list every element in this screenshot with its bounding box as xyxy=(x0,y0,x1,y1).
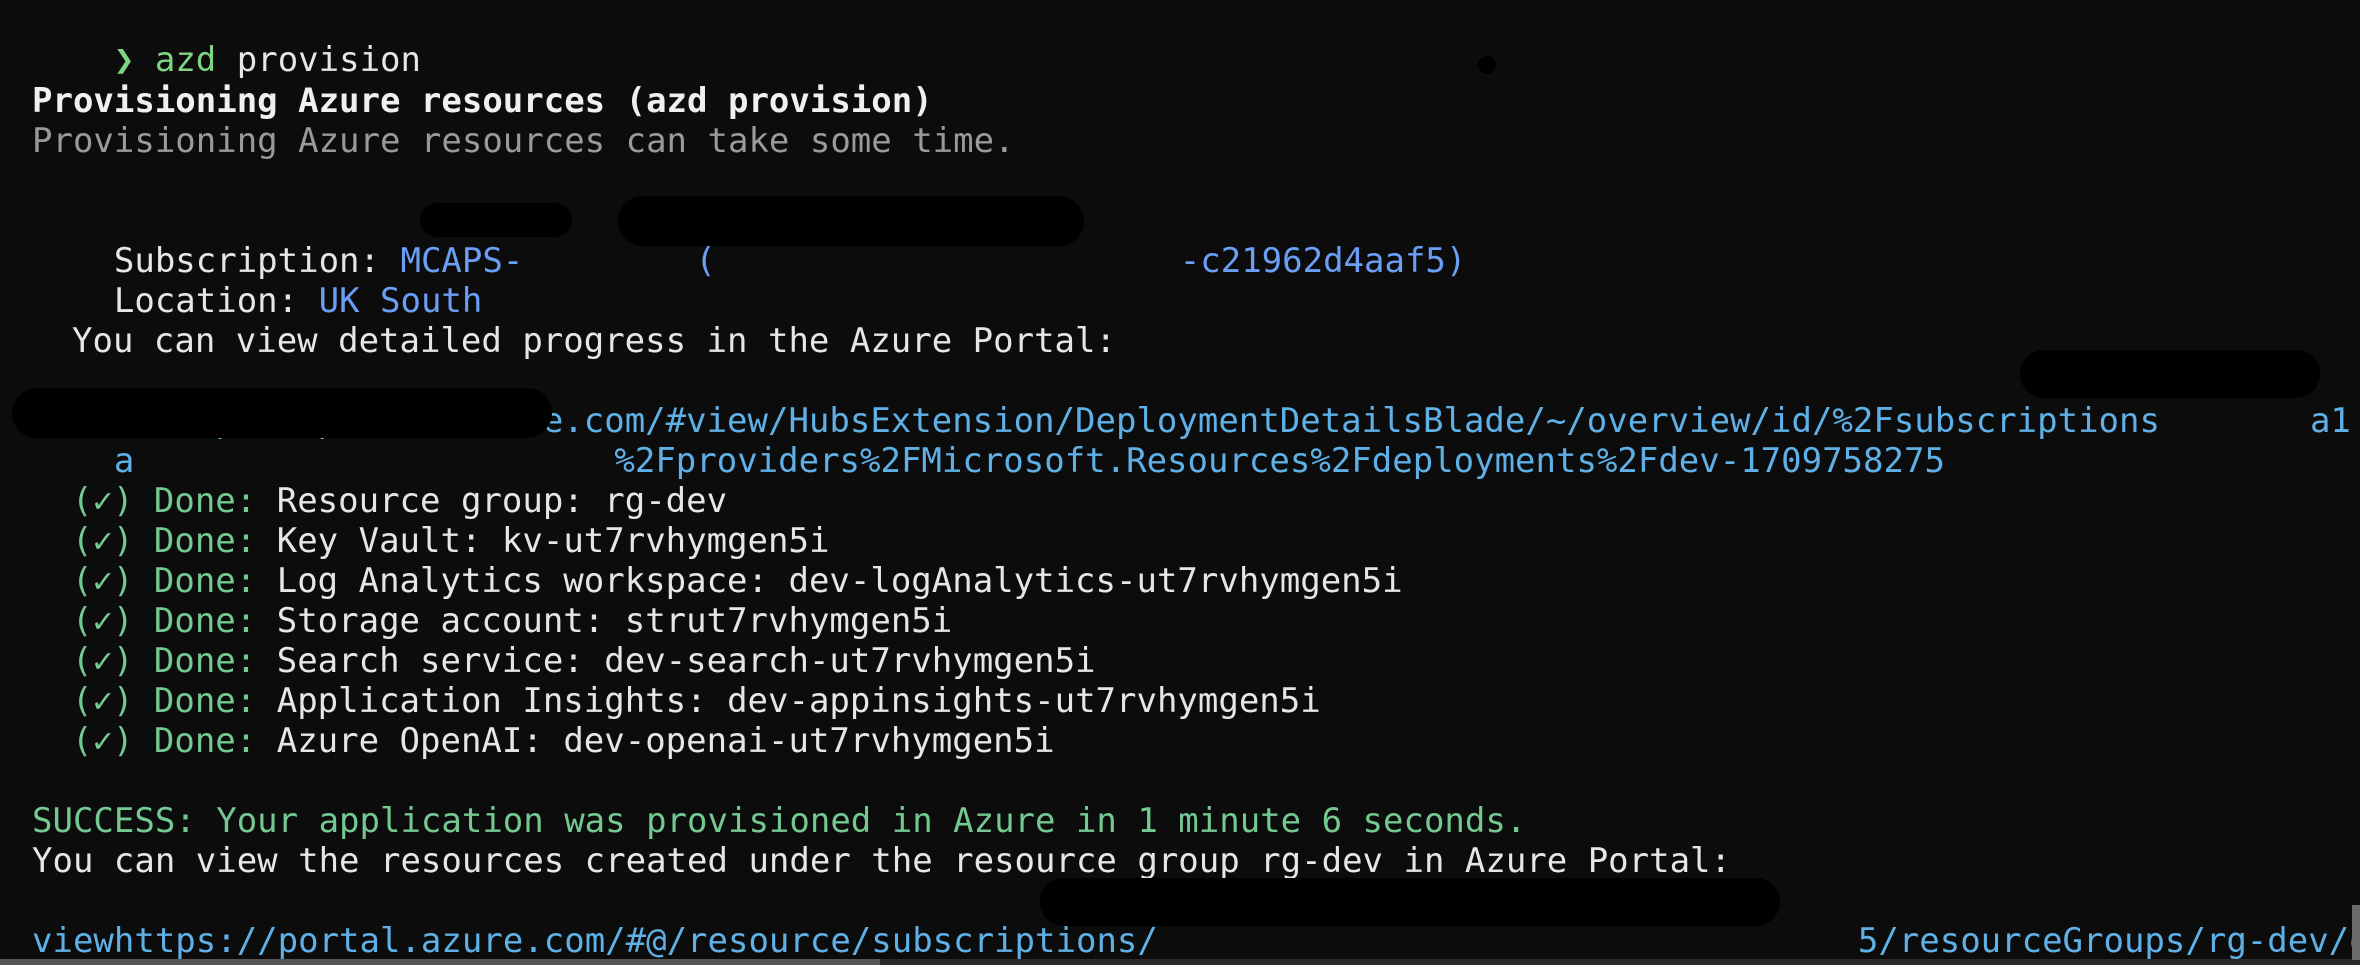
resource-group-url-start[interactable]: https://portal.azure.com/#@/resource/sub… xyxy=(114,921,1158,961)
done-status: (✓) Done: xyxy=(72,561,257,601)
resource-item: (✓) Done: Storage account: strut7rvhymge… xyxy=(32,601,952,641)
resource-item: (✓) Done: Log Analytics workspace: dev-l… xyxy=(32,561,1403,601)
resource-value: dev-appinsights-ut7rvhymgen5i xyxy=(727,681,1321,721)
horizontal-scrollbar[interactable] xyxy=(0,959,2360,965)
done-status: (✓) Done: xyxy=(72,601,257,641)
done-status: (✓) Done: xyxy=(72,641,257,681)
resource-group-url-wrap[interactable]: view xyxy=(32,921,114,961)
resource-item: (✓) Done: Key Vault: kv-ut7rvhymgen5i xyxy=(32,521,829,561)
portal-url-tail[interactable]: a1 xyxy=(2310,401,2351,441)
resource-item: (✓) Done: Application Insights: dev-appi… xyxy=(32,681,1321,721)
subscription-id-open: ( xyxy=(695,241,716,281)
resource-label: Storage account: xyxy=(276,601,605,641)
resource-value: strut7rvhymgen5i xyxy=(624,601,953,641)
redaction-mark xyxy=(2020,350,2320,398)
success-message: SUCCESS: Your application was provisione… xyxy=(32,801,1527,841)
redaction-mark xyxy=(1040,878,1780,926)
resource-value: kv-ut7rvhymgen5i xyxy=(501,521,830,561)
resource-label: Resource group: xyxy=(276,481,584,521)
resource-label: Search service: xyxy=(276,641,584,681)
location-value: UK South xyxy=(318,281,483,321)
prompt-symbol: ❯ xyxy=(113,40,135,80)
scrollbar-thumb[interactable] xyxy=(0,959,880,965)
redaction-mark xyxy=(618,196,1084,246)
portal-url-line2[interactable]: %2Fproviders%2FMicrosoft.Resources%2Fdep… xyxy=(614,441,1945,481)
resource-group-info: You can view the resources created under… xyxy=(32,841,1731,881)
section-subtitle: Provisioning Azure resources can take so… xyxy=(32,121,1015,161)
done-status: (✓) Done: xyxy=(72,481,257,521)
location-line: Location: UK South xyxy=(32,241,482,321)
resource-label: Application Insights: xyxy=(276,681,707,721)
portal-url-line2-start[interactable]: a xyxy=(114,441,134,481)
terminal-output[interactable]: ❯ azd provision Provisioning Azure resou… xyxy=(32,0,2360,965)
vertical-scrollbar[interactable] xyxy=(2352,905,2360,960)
done-status: (✓) Done: xyxy=(72,721,257,761)
done-status: (✓) Done: xyxy=(72,521,257,561)
resource-value: dev-logAnalytics-ut7rvhymgen5i xyxy=(788,561,1403,601)
resource-label: Log Analytics workspace: xyxy=(276,561,768,601)
command-line: ❯ azd provision xyxy=(32,0,421,80)
resource-value: dev-search-ut7rvhymgen5i xyxy=(604,641,1096,681)
resource-item: (✓) Done: Azure OpenAI: dev-openai-ut7rv… xyxy=(32,721,1055,761)
subscription-id: -c21962d4aaf5) xyxy=(1179,241,1467,281)
command-name: azd xyxy=(154,40,217,80)
command-args: provision xyxy=(236,40,421,80)
resource-group-url-end[interactable]: 5/resourceGroups/rg-dev/over xyxy=(1858,921,2360,961)
section-title: Provisioning Azure resources (azd provis… xyxy=(32,81,933,121)
resource-label: Azure OpenAI: xyxy=(276,721,543,761)
resource-label: Key Vault: xyxy=(276,521,482,561)
resource-item: (✓) Done: Search service: dev-search-ut7… xyxy=(32,641,1096,681)
location-label: Location: xyxy=(113,281,299,321)
resource-value: rg-dev xyxy=(604,481,728,521)
resource-item: (✓) Done: Resource group: rg-dev xyxy=(32,481,727,521)
portal-intro: You can view detailed progress in the Az… xyxy=(72,321,1116,361)
done-status: (✓) Done: xyxy=(72,681,257,721)
redaction-mark xyxy=(12,388,552,438)
resource-value: dev-openai-ut7rvhymgen5i xyxy=(563,721,1055,761)
redaction-mark xyxy=(420,203,572,237)
cursor-dot xyxy=(1478,56,1496,74)
